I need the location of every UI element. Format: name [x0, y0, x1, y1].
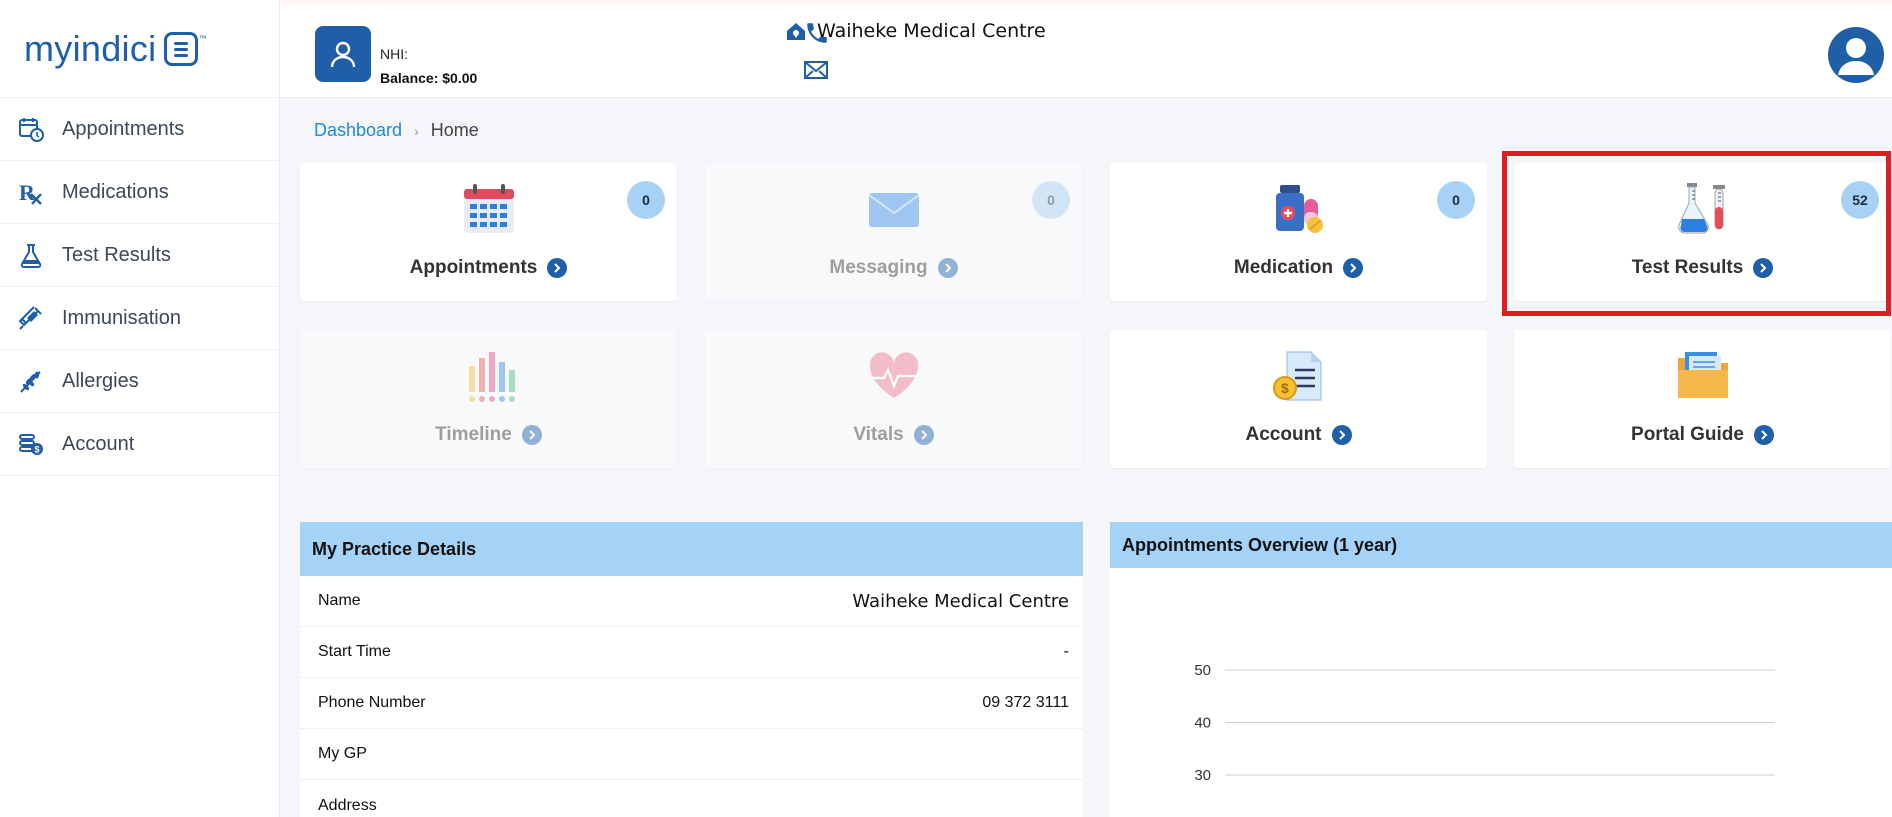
tile-appointments[interactable]: Appointments 0 — [300, 163, 677, 301]
tile-label: Timeline — [435, 424, 512, 445]
coins-icon: $ — [18, 431, 44, 457]
sidebar-item-label: Allergies — [62, 369, 139, 392]
appointments-overview-panel: Appointments Overview (1 year) 50403020 — [1110, 522, 1892, 817]
detail-value: - — [1063, 643, 1069, 660]
detail-label: Name — [318, 592, 361, 609]
sidebar-item-immunisation[interactable]: Immunisation — [0, 287, 279, 350]
breadcrumb-dashboard-link[interactable]: Dashboard — [314, 120, 402, 141]
chevron-right-icon — [521, 425, 542, 445]
sidebar: myindici ™ Appointments R Medications Te… — [0, 0, 280, 817]
detail-value: 09 372 3111 — [982, 694, 1069, 711]
sidebar-item-label: Immunisation — [62, 306, 181, 329]
chart-y-tick-label: 30 — [1194, 767, 1211, 784]
tile-account[interactable]: $ Account — [1110, 330, 1487, 468]
detail-label: My GP — [318, 745, 367, 762]
balance-label: Balance: $0.00 — [380, 70, 478, 86]
chart-title: Appointments Overview (1 year) — [1110, 522, 1892, 568]
practice-name: Waiheke Medical Centre — [785, 20, 1046, 42]
chevron-right-icon — [913, 425, 934, 445]
calendar-clock-icon — [18, 116, 44, 142]
top-header: NHI: Balance: $0.00 Waiheke Medical Cent… — [280, 0, 1892, 98]
tile-label: Account — [1245, 424, 1322, 445]
folder-icon — [1675, 348, 1731, 404]
sidebar-item-appointments[interactable]: Appointments — [0, 98, 279, 161]
tile-timeline[interactable]: Timeline — [300, 330, 677, 468]
sidebar-item-label: Medications — [62, 180, 169, 203]
chevron-right-icon — [547, 258, 568, 278]
detail-value: Waiheke Medical Centre — [852, 590, 1069, 612]
sidebar-item-allergies[interactable]: Allergies — [0, 350, 279, 413]
sidebar-item-label: Appointments — [62, 117, 185, 140]
calendar-icon — [461, 181, 517, 237]
svg-text:$: $ — [1281, 380, 1289, 396]
practice-details-panel: My Practice Details Name Waiheke Medical… — [300, 522, 1083, 817]
appointments-chart: 50403020 — [1194, 662, 1775, 784]
person-icon — [330, 41, 356, 68]
home-location-icon — [787, 23, 805, 40]
tile-label: Vitals — [853, 424, 904, 445]
flask-icon — [18, 242, 44, 268]
tile-label: Messaging — [829, 257, 928, 278]
logo-text: myindici — [24, 27, 157, 69]
logo[interactable]: myindici ™ — [0, 0, 279, 98]
breadcrumb: Dashboard › Home — [314, 120, 479, 141]
rx-icon: R — [18, 179, 44, 205]
chevron-right-icon — [937, 258, 958, 278]
sidebar-item-test-results[interactable]: Test Results — [0, 224, 279, 287]
tile-label: Appointments — [409, 257, 538, 278]
sidebar-item-account[interactable]: $ Account — [0, 413, 279, 476]
logo-mark-icon — [164, 31, 199, 66]
svg-text:$: $ — [35, 445, 40, 455]
syringe-icon — [18, 305, 44, 331]
wheat-icon — [18, 368, 44, 394]
tile-label: Medication — [1233, 257, 1334, 278]
practice-name-text: Waiheke Medical Centre — [817, 20, 1046, 42]
tile-messaging[interactable]: Messaging 0 — [705, 163, 1082, 301]
patient-avatar[interactable] — [315, 26, 371, 82]
detail-label: Phone Number — [318, 694, 426, 711]
badge-count: 0 — [627, 181, 665, 219]
practice-details-title: My Practice Details — [300, 522, 1083, 576]
sidebar-item-medications[interactable]: R Medications — [0, 161, 279, 224]
user-account-icon[interactable] — [1828, 27, 1884, 83]
chevron-right-icon — [1331, 425, 1352, 445]
badge-count: 0 — [1032, 181, 1070, 219]
detail-row-address: Address — [300, 780, 1083, 817]
nhi-label: NHI: — [380, 46, 408, 62]
medicine-bottle-icon — [1271, 181, 1327, 237]
sidebar-item-label: Test Results — [62, 243, 171, 266]
badge-count: 0 — [1437, 181, 1475, 219]
chart-y-tick-label: 40 — [1194, 715, 1211, 732]
tile-portal-guide[interactable]: Portal Guide — [1514, 330, 1891, 468]
sidebar-item-label: Account — [62, 432, 135, 455]
bar-chart-icon — [461, 348, 517, 404]
chart-y-tick-label: 50 — [1194, 662, 1211, 679]
detail-row-start-time: Start Time - — [300, 627, 1083, 678]
detail-row-phone: Phone Number 09 372 3111 — [300, 678, 1083, 729]
envelope-icon[interactable] — [804, 60, 828, 85]
detail-label: Address — [318, 796, 377, 814]
detail-row-gp: My GP — [300, 729, 1083, 780]
breadcrumb-current: Home — [430, 120, 479, 140]
breadcrumb-separator: › — [414, 122, 419, 139]
tile-medication[interactable]: Medication 0 — [1110, 163, 1487, 301]
invoice-coin-icon: $ — [1271, 348, 1327, 404]
detail-label: Start Time — [318, 643, 391, 660]
heart-pulse-icon — [866, 348, 922, 404]
detail-row-name: Name Waiheke Medical Centre — [300, 576, 1083, 627]
chevron-right-icon — [1753, 425, 1774, 445]
tile-vitals[interactable]: Vitals — [705, 330, 1082, 468]
chevron-right-icon — [1343, 258, 1364, 278]
header-accent-line — [280, 0, 1892, 8]
envelope-icon — [866, 181, 922, 237]
logo-trademark: ™ — [198, 34, 207, 43]
highlight-box — [1502, 151, 1891, 316]
tile-label: Portal Guide — [1631, 424, 1744, 445]
